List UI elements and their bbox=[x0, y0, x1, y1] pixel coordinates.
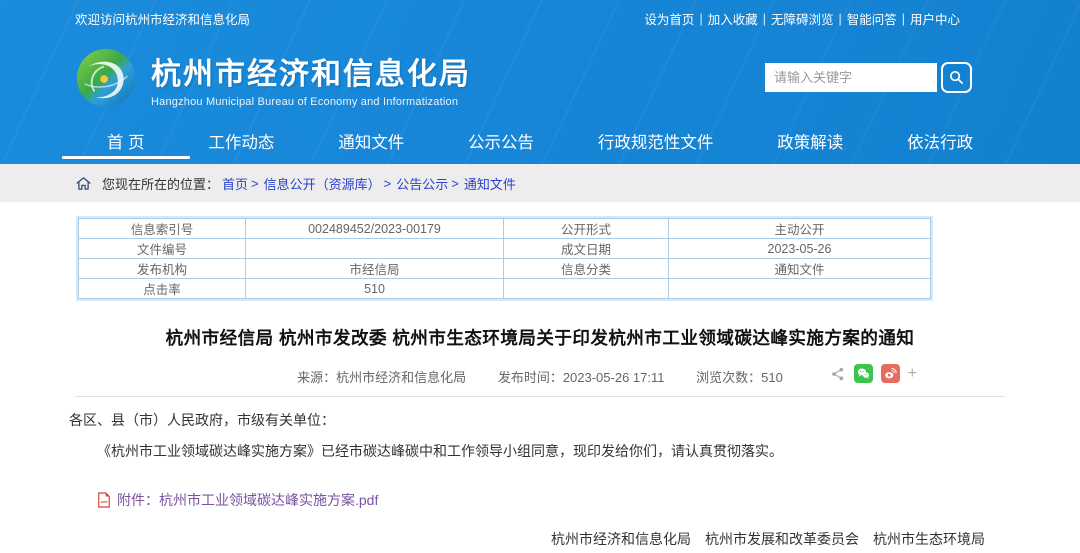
publish-time-label: 发布时间：2023-05-26 17:11 bbox=[498, 370, 665, 385]
toplink-user-center[interactable]: 用户中心 bbox=[910, 9, 960, 28]
info-label: 公开形式 bbox=[504, 219, 669, 239]
topbar: 欢迎访问杭州市经济和信息化局 设为首页 | 加入收藏 | 无障碍浏览 | 智能问… bbox=[0, 0, 1080, 28]
toplink-smart-qa[interactable]: 智能问答 bbox=[847, 9, 897, 28]
welcome-text: 欢迎访问杭州市经济和信息化局 bbox=[75, 9, 250, 28]
site-logo-icon bbox=[75, 47, 137, 109]
page: 欢迎访问杭州市经济和信息化局 设为首页 | 加入收藏 | 无障碍浏览 | 智能问… bbox=[0, 0, 1080, 553]
nav-item-label: 政策解读 bbox=[777, 134, 843, 152]
salutation-text: 各区、县（市）人民政府，市级有关单位： bbox=[69, 410, 1005, 430]
breadcrumb-separator: > bbox=[451, 176, 459, 191]
info-label: 信息分类 bbox=[504, 259, 669, 279]
info-label: 文件编号 bbox=[79, 239, 246, 259]
breadcrumb-prefix: 您现在所在的位置： bbox=[102, 174, 219, 193]
search-button[interactable] bbox=[941, 62, 972, 93]
breadcrumb-link-notice-files[interactable]: 通知文件 bbox=[464, 174, 516, 193]
breadcrumb-link-home[interactable]: 首页 bbox=[222, 174, 248, 193]
search-icon bbox=[948, 69, 965, 86]
table-row: 发布机构 市经信局 信息分类 通知文件 bbox=[79, 259, 931, 279]
nav-item-label: 行政规范性文件 bbox=[598, 134, 714, 152]
info-value bbox=[246, 239, 504, 259]
document-title: 杭州市经信局 杭州市发改委 杭州市生态环境局关于印发杭州市工业领域碳达峰实施方案… bbox=[75, 325, 1005, 350]
nav-item-home[interactable]: 首 页 bbox=[99, 118, 153, 164]
breadcrumb-separator: > bbox=[251, 176, 259, 191]
attachment-link[interactable]: 附件：杭州市工业领域碳达峰实施方案.pdf bbox=[117, 490, 378, 510]
search-input[interactable] bbox=[765, 63, 937, 92]
table-row: 文件编号 成文日期 2023-05-26 bbox=[79, 239, 931, 259]
info-label: 成文日期 bbox=[504, 239, 669, 259]
topbar-links: 设为首页 | 加入收藏 | 无障碍浏览 | 智能问答 | 用户中心 bbox=[639, 9, 965, 28]
site-title: 杭州市经济和信息化局 bbox=[151, 49, 471, 93]
toplink-separator: | bbox=[763, 12, 766, 26]
share-buttons: + bbox=[830, 364, 917, 383]
article-meta: 来源：杭州市经济和信息化局 发布时间：2023-05-26 17:11 浏览次数… bbox=[75, 363, 1005, 387]
toplink-separator: | bbox=[699, 12, 702, 26]
nav-item-administrative-normative-files[interactable]: 行政规范性文件 bbox=[590, 118, 722, 164]
info-label: 信息索引号 bbox=[79, 219, 246, 239]
attachment-row: 附件：杭州市工业领域碳达峰实施方案.pdf bbox=[97, 490, 1005, 510]
signing-agencies: 杭州市经济和信息化局 杭州市发展和改革委员会 杭州市生态环境局 bbox=[75, 529, 1005, 549]
nav-item-label: 通知文件 bbox=[338, 134, 404, 152]
nav-item-work-news[interactable]: 工作动态 bbox=[200, 118, 282, 164]
toplink-add-favorite[interactable]: 加入收藏 bbox=[708, 9, 758, 28]
nav-item-administration-by-law[interactable]: 依法行政 bbox=[899, 118, 981, 164]
breadcrumb-link-info-disclosure[interactable]: 信息公开（资源库） bbox=[264, 174, 381, 193]
wechat-share-icon[interactable] bbox=[854, 364, 873, 383]
site-search bbox=[765, 62, 972, 93]
breadcrumb-separator: > bbox=[384, 176, 392, 191]
info-value bbox=[669, 279, 931, 299]
breadcrumb: 您现在所在的位置： 首页 > 信息公开（资源库） > 公告公示 > 通知文件 bbox=[0, 164, 1080, 202]
active-tab-underline bbox=[62, 156, 190, 159]
pdf-icon bbox=[97, 492, 111, 508]
nav-item-notice-files[interactable]: 通知文件 bbox=[330, 118, 412, 164]
breadcrumb-link-announcements[interactable]: 公告公示 bbox=[396, 174, 448, 193]
source-label: 来源：杭州市经济和信息化局 bbox=[297, 370, 466, 385]
share-icon[interactable] bbox=[830, 366, 846, 382]
info-label: 点击率 bbox=[79, 279, 246, 299]
meta-divider bbox=[75, 396, 1005, 397]
info-value: 2023-05-26 bbox=[669, 239, 931, 259]
site-titles: 杭州市经济和信息化局 Hangzhou Municipal Bureau of … bbox=[151, 49, 471, 108]
weibo-share-icon[interactable] bbox=[881, 364, 900, 383]
home-icon bbox=[75, 175, 92, 192]
article-content: 信息索引号 002489452/2023-00179 公开形式 主动公开 文件编… bbox=[0, 218, 1080, 553]
info-value: 002489452/2023-00179 bbox=[246, 219, 504, 239]
nav-item-label: 首 页 bbox=[107, 134, 145, 152]
toplink-set-home[interactable]: 设为首页 bbox=[644, 9, 694, 28]
info-value: 市经信局 bbox=[246, 259, 504, 279]
info-label bbox=[504, 279, 669, 299]
site-header: 欢迎访问杭州市经济和信息化局 设为首页 | 加入收藏 | 无障碍浏览 | 智能问… bbox=[0, 0, 1080, 164]
main-nav: 首 页 工作动态 通知文件 公示公告 行政规范性文件 政策解读 依法行政 bbox=[0, 118, 1080, 164]
view-count-label: 浏览次数：510 bbox=[696, 370, 783, 385]
share-more-button[interactable]: + bbox=[908, 366, 917, 382]
nav-item-label: 工作动态 bbox=[208, 134, 274, 152]
document-info-table: 信息索引号 002489452/2023-00179 公开形式 主动公开 文件编… bbox=[78, 218, 931, 299]
nav-item-policy-interpretation[interactable]: 政策解读 bbox=[769, 118, 851, 164]
toplink-separator: | bbox=[902, 12, 905, 26]
toplink-separator: | bbox=[838, 12, 841, 26]
info-value: 510 bbox=[246, 279, 504, 299]
nav-item-label: 公示公告 bbox=[468, 134, 534, 152]
toplink-accessibility[interactable]: 无障碍浏览 bbox=[771, 9, 834, 28]
site-subtitle: Hangzhou Municipal Bureau of Economy and… bbox=[151, 96, 471, 108]
info-value: 主动公开 bbox=[669, 219, 931, 239]
info-value: 通知文件 bbox=[669, 259, 931, 279]
nav-item-public-announcements[interactable]: 公示公告 bbox=[460, 118, 542, 164]
table-row: 点击率 510 bbox=[79, 279, 931, 299]
body-paragraph: 《杭州市工业领域碳达峰实施方案》已经市碳达峰碳中和工作领导小组同意，现印发给你们… bbox=[69, 441, 1005, 462]
info-label: 发布机构 bbox=[79, 259, 246, 279]
table-row: 信息索引号 002489452/2023-00179 公开形式 主动公开 bbox=[79, 219, 931, 239]
nav-item-label: 依法行政 bbox=[907, 134, 973, 152]
brand-row: 杭州市经济和信息化局 Hangzhou Municipal Bureau of … bbox=[0, 38, 1080, 118]
